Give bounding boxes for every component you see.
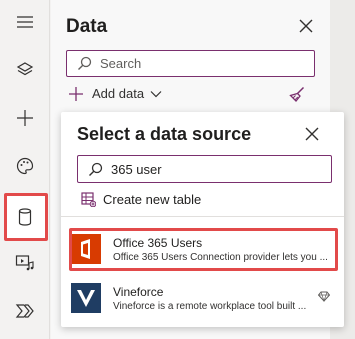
divider (61, 216, 344, 217)
search-value: 365 user (111, 161, 162, 177)
office365-users-highlight (69, 228, 338, 271)
add-data-button[interactable]: Add data (69, 86, 162, 101)
rail-media-button[interactable] (5, 243, 45, 283)
vineforce-icon (71, 283, 101, 313)
table-add-icon (81, 192, 96, 207)
plus-icon (69, 86, 83, 101)
search-icon (89, 162, 103, 176)
search-input[interactable]: Search (66, 50, 315, 77)
close-icon[interactable] (296, 16, 316, 36)
rail-insert-button[interactable] (5, 98, 45, 138)
rail-menu-button[interactable] (5, 2, 45, 42)
dialog-title: Select a data source (77, 124, 252, 144)
close-icon[interactable] (304, 126, 320, 142)
rail-tree-view-button[interactable] (5, 50, 45, 90)
create-new-table-button[interactable]: Create new table (81, 192, 201, 207)
data-source-description: Vineforce is a remote workplace tool bui… (113, 301, 307, 312)
left-rail (0, 0, 50, 339)
select-data-source-dialog: Select a data source 365 user Create new… (61, 112, 344, 327)
database-icon (18, 208, 32, 226)
palette-icon (16, 157, 34, 175)
rail-theme-button[interactable] (5, 146, 45, 186)
chevron-down-icon (150, 90, 162, 97)
media-icon (15, 255, 34, 271)
panel-title: Data (66, 16, 108, 37)
plus-icon (17, 110, 33, 126)
search-placeholder: Search (100, 56, 142, 71)
create-new-table-label: Create new table (103, 192, 202, 207)
data-source-name: Vineforce (113, 285, 164, 299)
hamburger-icon (17, 16, 33, 28)
diamond-icon (318, 291, 330, 302)
data-source-search-input[interactable]: 365 user (77, 155, 332, 183)
rail-data-button[interactable] (5, 197, 45, 237)
broom-icon[interactable] (289, 86, 305, 102)
add-data-label: Add data (92, 86, 145, 101)
search-icon (78, 56, 92, 70)
power-automate-icon (15, 304, 34, 318)
data-source-item-vineforce[interactable]: Vineforce Vineforce is a remote workplac… (61, 276, 344, 320)
rail-power-automate-button[interactable] (5, 291, 45, 331)
layers-icon (16, 62, 34, 76)
